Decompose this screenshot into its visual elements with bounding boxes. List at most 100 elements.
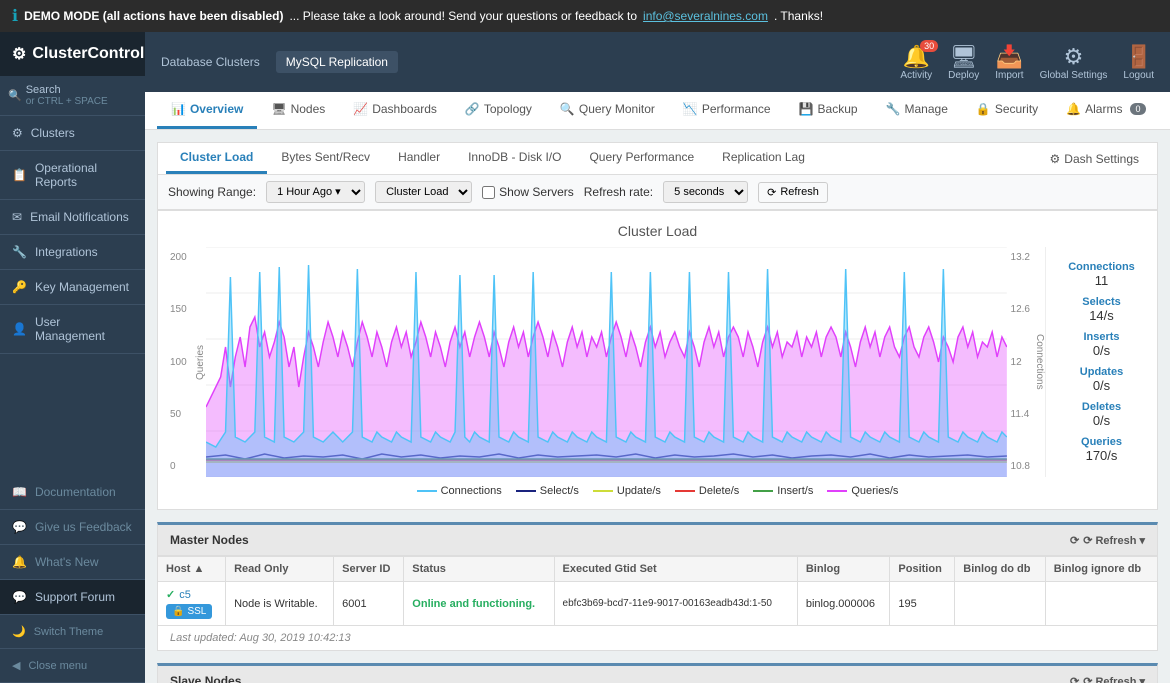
sidebar-item-integrations[interactable]: 🔧 Integrations (0, 235, 145, 270)
tab-backup[interactable]: 💾 Backup (785, 92, 872, 129)
global-settings-button[interactable]: ⚙ Global Settings (1040, 44, 1108, 81)
show-servers-checkbox[interactable] (482, 186, 495, 199)
gear-icon: ⚙ (1050, 152, 1061, 166)
info-icon: ℹ (12, 6, 18, 26)
logo-text: ClusterControl (32, 45, 144, 63)
cell-status: Online and functioning. (404, 582, 554, 626)
tab-manage[interactable]: 🔧 Manage (872, 92, 962, 129)
legend-line-connections (417, 490, 437, 492)
sub-tab-label: InnoDB - Disk I/O (468, 150, 561, 164)
docs-icon: 📖 (12, 485, 27, 499)
slave-nodes-header: Slave Nodes ⟳ ⟳ Refresh ▾ (157, 663, 1158, 683)
sub-tabs: Cluster Load Bytes Sent/Recv Handler Inn… (157, 142, 1158, 174)
stat-deletes: Deletes 0/s (1058, 401, 1145, 428)
tab-dashboards[interactable]: 📈 Dashboards (339, 92, 451, 129)
demo-bar: ℹ DEMO MODE (all actions have been disab… (0, 0, 1170, 32)
tab-query-monitor[interactable]: 🔍 Query Monitor (546, 92, 669, 129)
legend-connections: Connections (417, 485, 502, 497)
tab-label: Security (995, 102, 1038, 116)
demo-bar-thanks: . Thanks! (774, 9, 823, 23)
deploy-button[interactable]: 🖥 Deploy (948, 44, 979, 81)
import-button[interactable]: 📥 Import (995, 44, 1023, 81)
search-label[interactable]: Search (26, 84, 108, 96)
tab-logs[interactable]: 📋 Logs (1160, 92, 1170, 129)
master-refresh-button[interactable]: ⟳ ⟳ Refresh ▾ (1070, 534, 1145, 547)
y-tick-100: 100 (170, 357, 187, 368)
integrations-icon: 🔧 (12, 245, 27, 259)
y-tick-0: 0 (170, 461, 187, 472)
sidebar-item-feedback[interactable]: 💬 Give us Feedback (0, 510, 145, 545)
slave-nodes-title: Slave Nodes (170, 674, 241, 683)
ssl-label: SSL (187, 606, 206, 617)
search-shortcut: or CTRL + SPACE (26, 96, 108, 107)
host-name: c5 (179, 589, 191, 601)
tab-security[interactable]: 🔒 Security (962, 92, 1052, 129)
tab-performance[interactable]: 📉 Performance (669, 92, 785, 129)
switch-theme-label: Switch Theme (34, 626, 104, 638)
sub-tab-innodb[interactable]: InnoDB - Disk I/O (454, 143, 575, 174)
legend-label: Update/s (617, 485, 661, 497)
legend-selects: Select/s (516, 485, 579, 497)
overview-tab-icon: 📊 (171, 102, 186, 116)
sub-tab-query-perf[interactable]: Query Performance (575, 143, 708, 174)
sidebar-item-operational-reports[interactable]: 📋 Operational Reports (0, 151, 145, 200)
col-gtid-set: Executed Gtid Set (554, 557, 797, 582)
sidebar-logo: ⚙ ClusterControl (0, 32, 145, 76)
table-header-row: Host ▲ Read Only Server ID Status Execut… (158, 557, 1158, 582)
import-label: Import (995, 70, 1023, 81)
chart-title: Cluster Load (170, 223, 1145, 239)
legend-line-selects (516, 490, 536, 492)
slave-refresh-button[interactable]: ⟳ ⟳ Refresh ▾ (1070, 675, 1145, 683)
y-tick-200: 200 (170, 252, 187, 263)
breadcrumb-home[interactable]: Database Clusters (161, 55, 260, 69)
y-right-tick-108: 10.8 (1011, 461, 1030, 472)
sidebar-item-support[interactable]: 💬 Support Forum (0, 580, 145, 615)
range-select[interactable]: 1 Hour Ago ▾ (266, 181, 365, 203)
sidebar-item-clusters[interactable]: ⚙ Clusters (0, 116, 145, 151)
dash-settings-button[interactable]: ⚙ Dash Settings (1040, 145, 1149, 173)
logout-icon: 🚪 (1125, 44, 1152, 70)
sub-tab-handler[interactable]: Handler (384, 143, 454, 174)
legend-inserts: Insert/s (753, 485, 813, 497)
sidebar-item-email-notifications[interactable]: ✉ Email Notifications (0, 200, 145, 235)
master-nodes-table: Host ▲ Read Only Server ID Status Execut… (157, 556, 1158, 626)
sub-tab-label: Replication Lag (722, 150, 805, 164)
logo-icon: ⚙ (12, 44, 26, 64)
sidebar-item-label: Clusters (31, 126, 75, 140)
sub-tab-cluster-load[interactable]: Cluster Load (166, 143, 267, 174)
sidebar-item-label: Give us Feedback (35, 520, 132, 534)
sidebar-item-label: User Management (35, 315, 133, 343)
tab-alarms[interactable]: 🔔 Alarms 0 (1052, 92, 1159, 129)
sub-tab-label: Query Performance (589, 150, 694, 164)
sidebar-item-documentation[interactable]: 📖 Documentation (0, 475, 145, 510)
tab-nodes[interactable]: 🖥 Nodes (257, 92, 339, 129)
demo-bar-email[interactable]: info@severalnines.com (643, 9, 768, 23)
show-servers-label[interactable]: Show Servers (482, 185, 574, 199)
refresh-button[interactable]: ⟳ Refresh (758, 182, 828, 203)
sidebar-item-key-management[interactable]: 🔑 Key Management (0, 270, 145, 305)
query-monitor-tab-icon: 🔍 (560, 102, 575, 116)
manage-tab-icon: 🔧 (886, 102, 901, 116)
sidebar-item-whats-new[interactable]: 🔔 What's New (0, 545, 145, 580)
breadcrumb: Database Clusters MySQL Replication (161, 51, 398, 73)
sidebar: ⚙ ClusterControl 🔍 Search or CTRL + SPAC… (0, 32, 145, 683)
sidebar-item-user-management[interactable]: 👤 User Management (0, 305, 145, 354)
sidebar-item-switch-theme[interactable]: 🌙 Switch Theme (0, 615, 145, 649)
master-nodes-title: Master Nodes (170, 533, 249, 547)
logout-button[interactable]: 🚪 Logout (1123, 44, 1154, 81)
tab-overview[interactable]: 📊 Overview (157, 92, 257, 129)
global-settings-label: Global Settings (1040, 70, 1108, 81)
sub-tab-bytes[interactable]: Bytes Sent/Recv (267, 143, 384, 174)
cell-position: 195 (890, 582, 955, 626)
sidebar-search-container: 🔍 Search or CTRL + SPACE (0, 76, 145, 116)
search-icon: 🔍 (8, 89, 22, 102)
activity-button[interactable]: 🔔 30 Activity (900, 44, 932, 81)
tab-topology[interactable]: 🔗 Topology (451, 92, 546, 129)
metric-select[interactable]: Cluster Load (375, 181, 472, 203)
sidebar-item-close-menu[interactable]: ◀ Close menu (0, 649, 145, 683)
refresh-rate-select[interactable]: 5 seconds (663, 181, 748, 203)
sub-tab-replication-lag[interactable]: Replication Lag (708, 143, 819, 174)
legend-label: Delete/s (699, 485, 739, 497)
sidebar-item-label: Operational Reports (35, 161, 133, 189)
refresh-icon: ⟳ (1070, 534, 1079, 547)
